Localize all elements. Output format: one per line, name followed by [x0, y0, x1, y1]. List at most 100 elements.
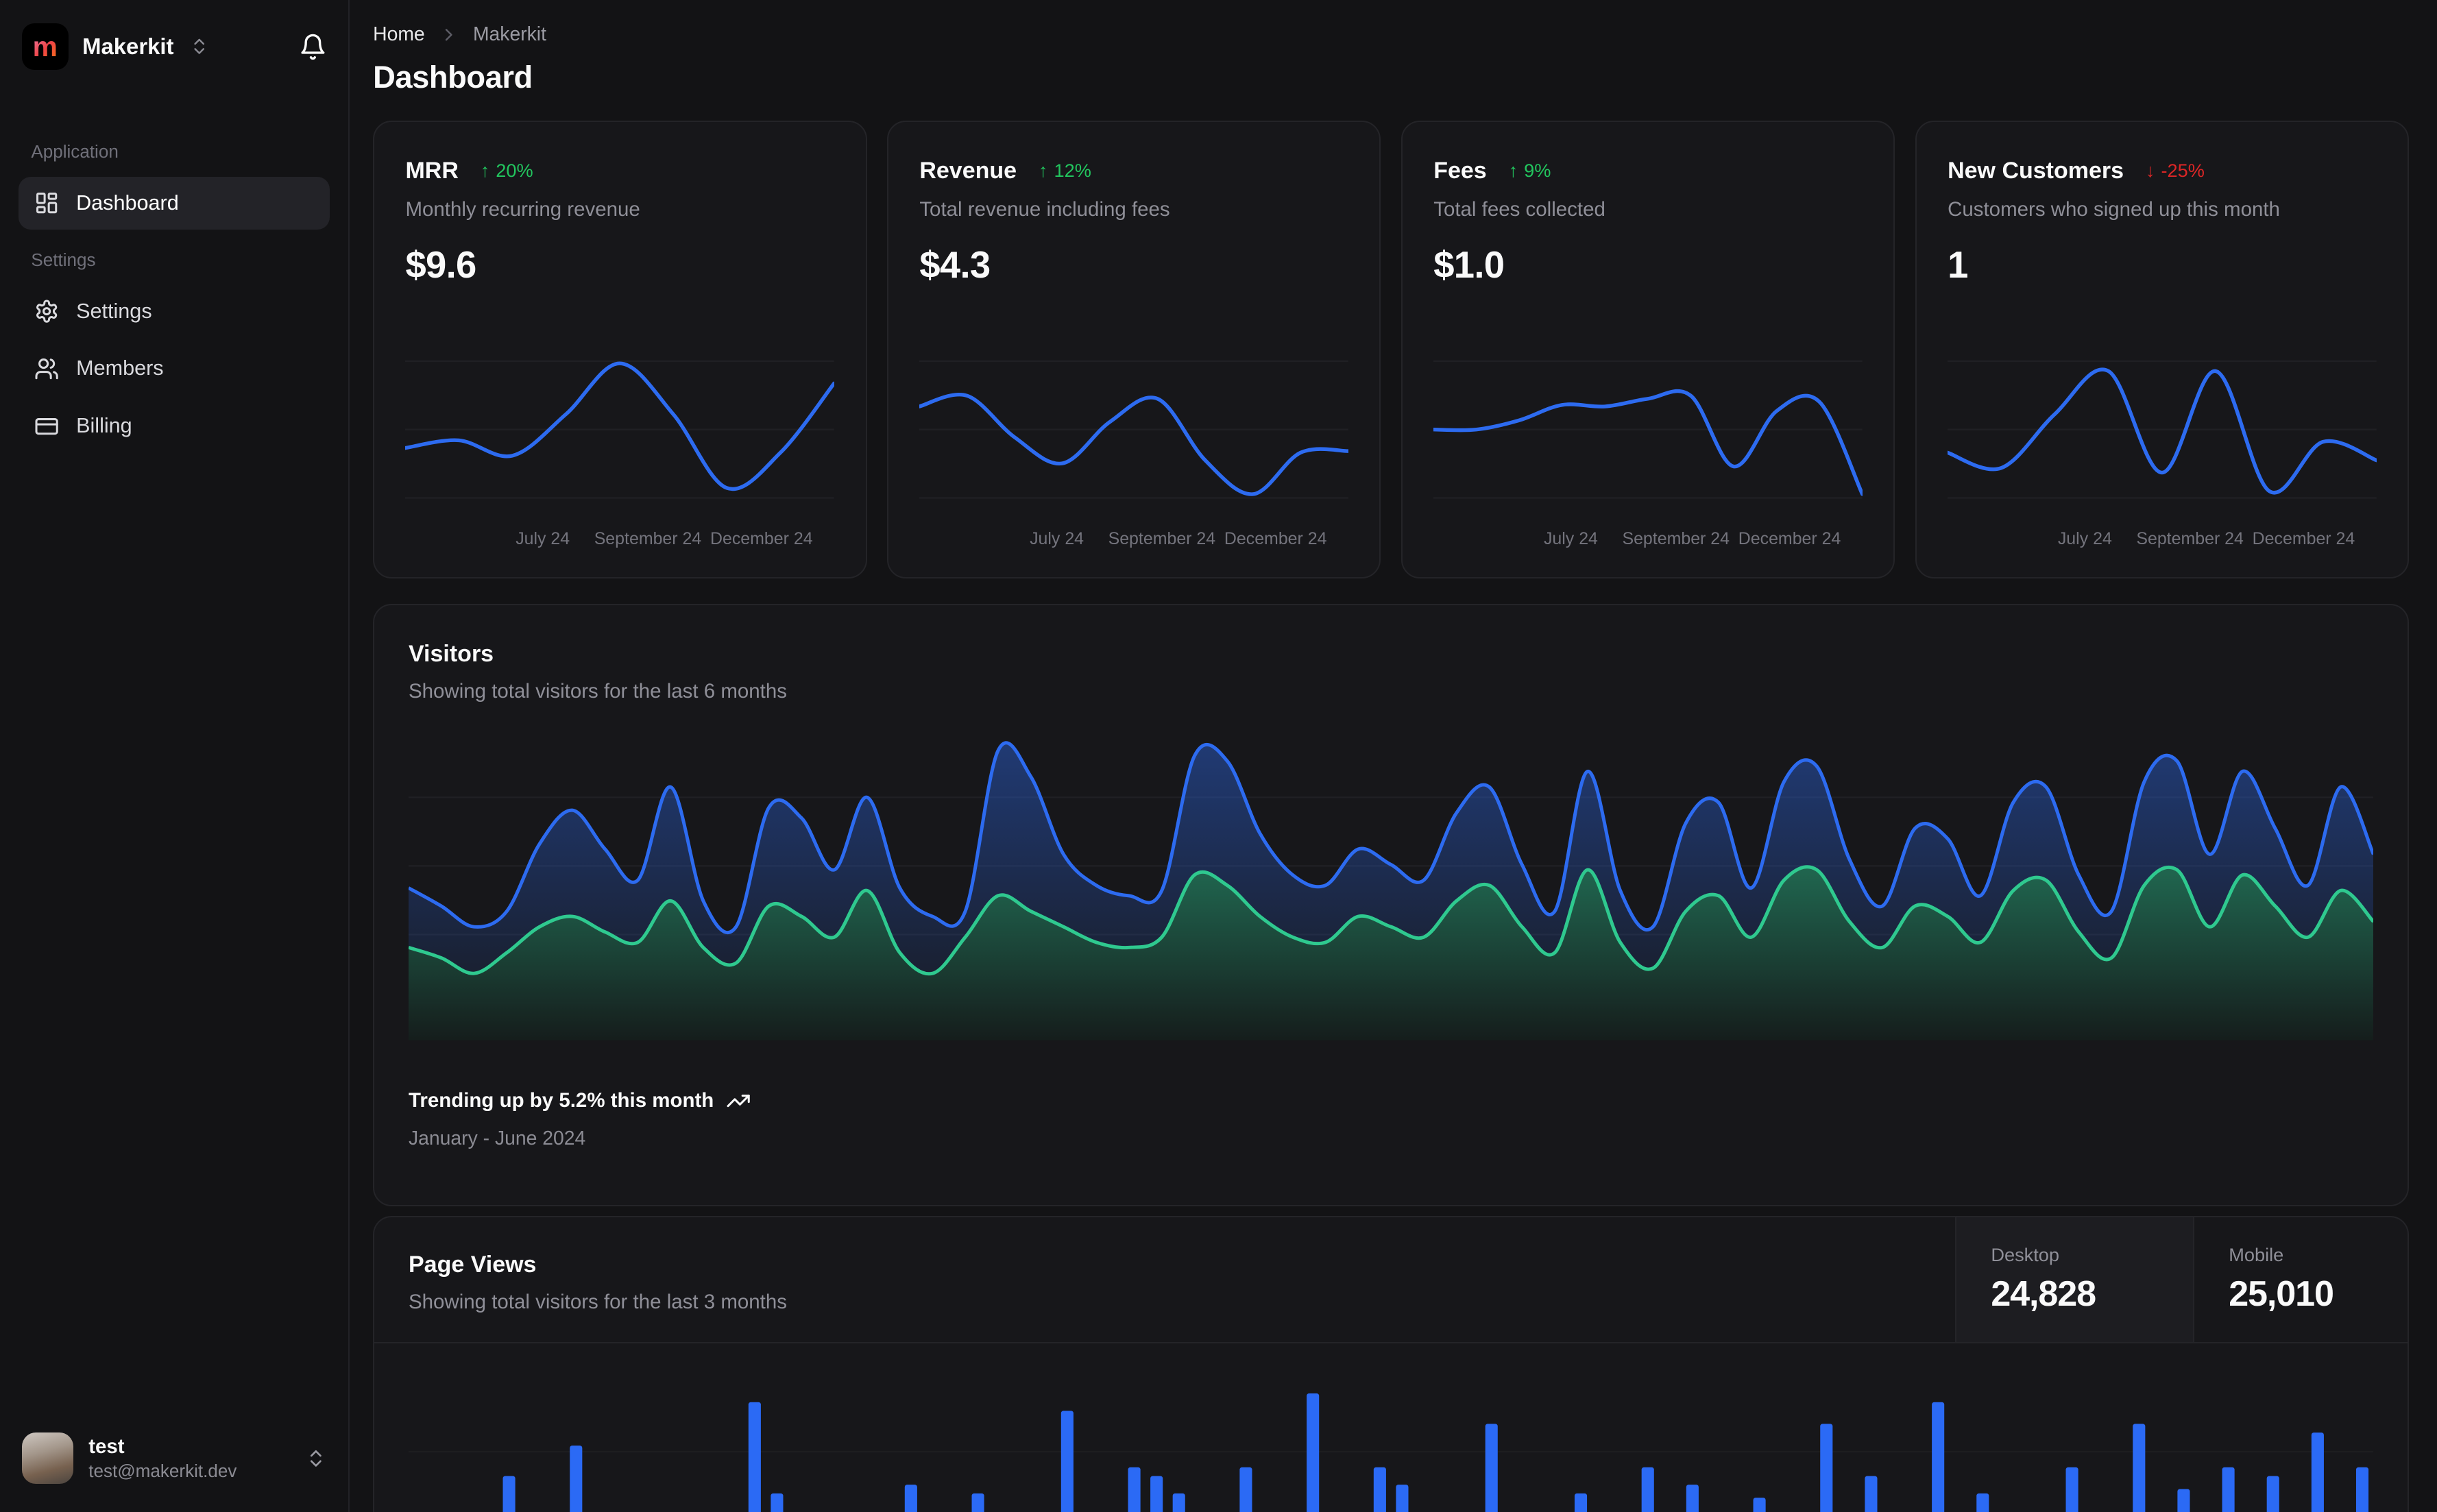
x-tick: December 24	[1738, 529, 1841, 549]
x-tick: July 24	[1030, 529, 1084, 549]
toggle-mobile[interactable]: Mobile 25,010	[2193, 1217, 2408, 1342]
sidebar-item-members[interactable]: Members	[19, 342, 330, 395]
x-axis-labels: July 24 September 24 December 24	[919, 529, 1348, 551]
x-tick: July 24	[1543, 529, 1598, 549]
stat-card-new-customers: New Customers ↓ -25% Customers who signed…	[1915, 120, 2410, 579]
page-views-subtitle: Showing total visitors for the last 3 mo…	[408, 1291, 787, 1313]
app-root: { "sidebar": { "workspace_name": "Makerk…	[0, 0, 2437, 1512]
stat-title: Revenue	[919, 157, 1017, 184]
chevron-right-icon	[439, 25, 459, 45]
visitors-period: January - June 2024	[408, 1127, 586, 1149]
x-tick: December 24	[1224, 529, 1327, 549]
trend-badge: ↓ -25%	[2146, 160, 2205, 182]
x-tick: December 24	[2252, 529, 2355, 549]
x-tick: July 24	[2057, 529, 2112, 549]
page-views-header: Page Views Showing total visitors for th…	[374, 1217, 2408, 1343]
toggle-desktop[interactable]: Desktop 24,828	[1955, 1217, 2194, 1342]
sidebar-item-billing[interactable]: Billing	[19, 400, 330, 452]
sidebar: m Makerkit Application Dashboard Setting…	[0, 0, 350, 1512]
arrow-up-icon: ↑	[480, 160, 490, 182]
page-views-title: Page Views	[408, 1251, 537, 1278]
stat-description: Monthly recurring revenue	[405, 198, 640, 221]
sidebar-item-settings[interactable]: Settings	[19, 285, 330, 338]
arrow-up-icon: ↑	[1038, 160, 1048, 182]
x-tick: September 24	[2136, 529, 2244, 549]
sidebar-item-label: Members	[76, 356, 164, 380]
x-axis-labels: July 24 September 24 December 24	[405, 529, 834, 551]
page-views-toggles: Desktop 24,828 Mobile 25,010	[1955, 1217, 2408, 1342]
trend-value: 9%	[1524, 160, 1551, 182]
arrow-up-icon: ↑	[1508, 160, 1518, 182]
main-content: Home Makerkit Dashboard MRR ↑ 20% Monthly…	[350, 0, 2437, 1512]
x-axis-labels: July 24 September 24 December 24	[1433, 529, 1863, 551]
x-tick: July 24	[516, 529, 570, 549]
workspace-switcher[interactable]: m Makerkit	[19, 20, 330, 71]
visitors-subtitle: Showing total visitors for the last 6 mo…	[408, 680, 787, 703]
sidebar-item-label: Settings	[76, 299, 152, 323]
stat-description: Total fees collected	[1433, 198, 1605, 221]
trend-badge: ↑ 20%	[481, 160, 533, 182]
users-icon	[34, 356, 59, 381]
new-customers-sparkline-chart	[1948, 344, 2377, 515]
visitors-footer: Trending up by 5.2% this month January -…	[409, 1088, 2373, 1150]
stat-value: $4.3	[919, 243, 991, 286]
arrow-down-icon: ↓	[2145, 160, 2155, 182]
trend-badge: ↑ 12%	[1039, 160, 1091, 182]
visitors-card: Visitors Showing total visitors for the …	[373, 603, 2410, 1207]
stat-cards-row: MRR ↑ 20% Monthly recurring revenue $9.6 …	[373, 120, 2410, 579]
x-tick: September 24	[1622, 529, 1730, 549]
sidebar-item-label: Dashboard	[76, 191, 179, 215]
stat-title: Fees	[1433, 157, 1487, 184]
sidebar-item-dashboard[interactable]: Dashboard	[19, 176, 330, 230]
breadcrumb-home-link[interactable]: Home	[373, 23, 425, 46]
desktop-label: Desktop	[1991, 1243, 2060, 1265]
stat-description: Customers who signed up this month	[1948, 198, 2280, 221]
stat-value: $1.0	[1433, 243, 1505, 286]
visitors-area-chart	[408, 730, 2374, 1040]
stat-card-revenue: Revenue ↑ 12% Total revenue including fee…	[886, 120, 1381, 579]
trend-badge: ↑ 9%	[1508, 160, 1551, 182]
sidebar-item-label: Billing	[76, 414, 132, 438]
stat-card-mrr: MRR ↑ 20% Monthly recurring revenue $9.6 …	[373, 120, 867, 579]
page-title: Dashboard	[373, 60, 533, 95]
stat-description: Total revenue including fees	[919, 198, 1170, 221]
stat-title: New Customers	[1948, 157, 2124, 184]
breadcrumb-current: Makerkit	[472, 23, 546, 45]
chevrons-up-down-icon	[189, 36, 209, 56]
page-views-bar-chart	[409, 1380, 2373, 1512]
visitors-title: Visitors	[408, 640, 494, 667]
breadcrumb: Home Makerkit	[373, 23, 2409, 46]
user-menu[interactable]: test test@makerkit.dev	[19, 1426, 330, 1490]
mobile-label: Mobile	[2229, 1243, 2284, 1265]
page-views-card: Page Views Showing total visitors for th…	[373, 1216, 2410, 1512]
stat-value: $9.6	[405, 243, 476, 286]
trend-value: 20%	[496, 160, 533, 182]
trend-value: -25%	[2161, 160, 2205, 182]
fees-sparkline-chart	[1433, 344, 1863, 515]
makerkit-logo: m	[21, 23, 69, 71]
revenue-sparkline-chart	[919, 344, 1348, 515]
credit-card-icon	[34, 414, 59, 439]
sidebar-section-settings: Settings	[31, 249, 96, 271]
trend-value: 12%	[1054, 160, 1091, 182]
user-email: test@makerkit.dev	[88, 1460, 237, 1481]
trending-up-icon	[726, 1088, 751, 1113]
user-name: test	[88, 1435, 125, 1459]
workspace-name: Makerkit	[82, 34, 174, 59]
notifications-bell-icon[interactable]	[299, 33, 327, 61]
desktop-value: 24,828	[1991, 1273, 2096, 1314]
user-avatar	[21, 1432, 73, 1485]
user-meta: test test@makerkit.dev	[88, 1435, 237, 1482]
gear-icon	[34, 299, 59, 324]
mrr-sparkline-chart	[405, 344, 834, 515]
stat-value: 1	[1948, 243, 1968, 286]
mobile-value: 25,010	[2229, 1273, 2334, 1314]
x-tick: September 24	[1108, 529, 1216, 549]
stat-card-fees: Fees ↑ 9% Total fees collected $1.0 July …	[1401, 120, 1895, 579]
dashboard-icon	[34, 191, 59, 215]
x-tick: September 24	[594, 529, 702, 549]
stat-title: MRR	[405, 157, 459, 184]
logo-letter: m	[32, 30, 58, 62]
chevrons-up-down-icon	[305, 1448, 327, 1470]
sidebar-section-application: Application	[31, 141, 119, 162]
